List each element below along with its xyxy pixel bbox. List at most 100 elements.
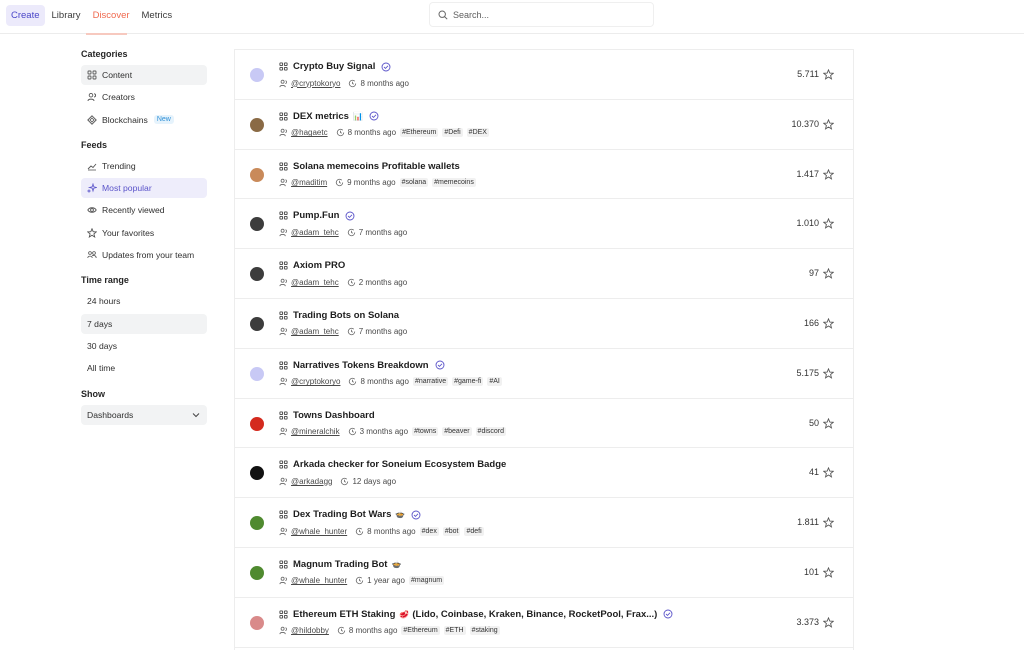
list-item[interactable]: DEX metrics 📊 @hagaetc 8 months ago #Ether… xyxy=(235,100,853,150)
author-handle[interactable]: @maditim xyxy=(291,178,327,187)
tag-chip[interactable]: #solana xyxy=(399,178,429,188)
tag-chip[interactable]: #game-fi xyxy=(452,377,484,387)
star-icon[interactable] xyxy=(822,465,835,479)
dashboard-title[interactable]: Trading Bots on Solana xyxy=(293,310,399,321)
avatar[interactable] xyxy=(250,366,264,381)
author-handle[interactable]: @cryptokoryo xyxy=(291,377,340,386)
author-handle[interactable]: @whale_hunter xyxy=(291,576,347,585)
list-item[interactable]: Pump.Fun @adam_tehc 7 months ago 1.010 xyxy=(235,199,853,250)
tag-chip[interactable]: #memecoins xyxy=(432,178,476,188)
list-item[interactable]: Solana memecoins Profitable wallets @mad… xyxy=(235,150,853,200)
author-handle[interactable]: @adam_tehc xyxy=(291,327,339,336)
tab-metrics[interactable]: Metrics xyxy=(137,5,178,26)
tag-chip[interactable]: #Ethereum xyxy=(401,626,440,636)
tag-chip[interactable]: #magnum xyxy=(408,576,445,586)
dashboard-title[interactable]: DEX metrics xyxy=(293,111,349,122)
tag-chip[interactable]: #DEX xyxy=(466,128,489,138)
list-item[interactable]: Arkada checker for Soneium Ecosystem Bad… xyxy=(235,448,853,499)
dashboard-title[interactable]: Axiom PRO xyxy=(293,260,345,271)
star-icon[interactable] xyxy=(822,366,835,379)
author-handle[interactable]: @hagaetc xyxy=(291,128,328,137)
tag-chip[interactable]: #Ethereum xyxy=(400,128,439,138)
author-handle[interactable]: @whale_hunter xyxy=(291,527,347,536)
time-range-30d[interactable]: 30 days xyxy=(81,336,207,356)
dashboard-title[interactable]: Ethereum ETH Staking xyxy=(293,609,395,620)
tag-chip[interactable]: #ETH xyxy=(443,626,466,636)
star-icon[interactable] xyxy=(822,515,835,529)
list-item[interactable]: Dex Trading Bot Wars 🍲 @whale_hunter 8 mo… xyxy=(235,498,853,548)
sidebar-item-content[interactable]: Content xyxy=(81,65,207,85)
tag-chip[interactable]: #beaver xyxy=(442,427,472,437)
avatar[interactable] xyxy=(250,416,264,431)
tag-chip[interactable]: #AI xyxy=(487,377,502,387)
star-icon[interactable] xyxy=(822,565,835,578)
tag-chip[interactable]: #Defi xyxy=(442,128,463,138)
tag-chip[interactable]: #dex xyxy=(419,526,439,536)
star-icon[interactable] xyxy=(822,416,835,429)
list-item[interactable]: Narratives Tokens Breakdown @cryptokoryo… xyxy=(235,349,853,399)
star-count: 1.417 xyxy=(796,168,819,179)
star-icon[interactable] xyxy=(822,266,835,280)
dashboard-title[interactable]: Narratives Tokens Breakdown xyxy=(293,360,429,371)
list-item[interactable]: Crypto Buy Signal @cryptokoryo 8 months a… xyxy=(235,50,853,100)
author-handle[interactable]: @adam_tehc xyxy=(291,228,339,237)
tag-chip[interactable]: #narrative xyxy=(412,377,449,387)
time-range-24h[interactable]: 24 hours xyxy=(81,291,207,311)
dashboard-title[interactable]: Solana memecoins Profitable wallets xyxy=(293,161,460,172)
sidebar-item-team-updates[interactable]: Updates from your team xyxy=(81,245,207,265)
avatar[interactable] xyxy=(250,615,264,630)
tag-chip[interactable]: #defi xyxy=(464,526,484,536)
avatar[interactable] xyxy=(250,167,264,182)
author-handle[interactable]: @mineralchik xyxy=(291,427,340,436)
avatar[interactable] xyxy=(250,68,264,82)
sidebar-item-blockchains[interactable]: Blockchains New xyxy=(81,110,207,130)
search-box[interactable] xyxy=(429,2,654,27)
star-icon[interactable] xyxy=(822,117,835,130)
list-item[interactable]: Towns Dashboard @mineralchik 3 months ago… xyxy=(235,399,853,449)
tab-create[interactable]: Create xyxy=(6,5,45,26)
time-range-all[interactable]: All time xyxy=(81,358,207,378)
author-handle[interactable]: @hildobby xyxy=(291,626,329,635)
star-icon[interactable] xyxy=(822,615,835,628)
star-icon[interactable] xyxy=(822,67,835,80)
list-item[interactable]: Magnum Trading Bot 🍲 @whale_hunter 1 year… xyxy=(235,548,853,598)
dashboard-title[interactable]: Arkada checker for Soneium Ecosystem Bad… xyxy=(293,459,506,470)
time-range-7d[interactable]: 7 days xyxy=(81,313,207,334)
dashboard-title[interactable]: Pump.Fun xyxy=(293,210,339,221)
author-handle[interactable]: @adam_tehc xyxy=(291,278,339,287)
tag-chip[interactable]: #staking xyxy=(469,626,500,636)
user-icon xyxy=(279,576,288,585)
dashboard-title[interactable]: Crypto Buy Signal xyxy=(293,61,375,72)
search-input[interactable] xyxy=(453,9,633,20)
avatar[interactable] xyxy=(250,316,264,331)
avatar[interactable] xyxy=(250,267,264,282)
author-handle[interactable]: @arkadagg xyxy=(291,477,332,486)
star-icon[interactable] xyxy=(822,167,835,180)
list-item[interactable]: Trading Bots on Solana @adam_tehc 7 month… xyxy=(235,299,853,349)
avatar[interactable] xyxy=(250,217,264,232)
star-icon[interactable] xyxy=(822,316,835,329)
dashboard-title[interactable]: Towns Dashboard xyxy=(293,410,375,421)
author-handle[interactable]: @cryptokoryo xyxy=(291,79,340,88)
avatar[interactable] xyxy=(250,565,264,580)
tag-chip[interactable]: #towns xyxy=(412,427,439,437)
sidebar-item-creators[interactable]: Creators xyxy=(81,87,207,107)
show-select[interactable]: Dashboards xyxy=(81,404,207,425)
star-icon[interactable] xyxy=(822,216,835,230)
avatar[interactable] xyxy=(250,117,264,132)
sidebar-item-recently-viewed[interactable]: Recently viewed xyxy=(81,200,207,220)
sidebar-item-favorites[interactable]: Your favorites xyxy=(81,223,207,243)
avatar[interactable] xyxy=(250,466,264,481)
tab-discover[interactable]: Discover xyxy=(88,5,135,26)
tab-library[interactable]: Library xyxy=(47,5,86,26)
clock-icon xyxy=(347,327,356,336)
sidebar-item-most-popular[interactable]: Most popular xyxy=(81,178,207,199)
list-item[interactable]: Axiom PRO @adam_tehc 2 months ago 97 xyxy=(235,249,853,299)
sidebar-item-trending[interactable]: Trending xyxy=(81,156,207,176)
dashboard-title[interactable]: Magnum Trading Bot xyxy=(293,559,387,570)
avatar[interactable] xyxy=(250,516,264,531)
list-item[interactable]: Ethereum ETH Staking 🥩 (Lido, Coinbase, K… xyxy=(235,598,853,648)
tag-chip[interactable]: #bot xyxy=(442,526,461,536)
dashboard-title[interactable]: Dex Trading Bot Wars xyxy=(293,509,391,520)
tag-chip[interactable]: #discord xyxy=(475,427,507,437)
